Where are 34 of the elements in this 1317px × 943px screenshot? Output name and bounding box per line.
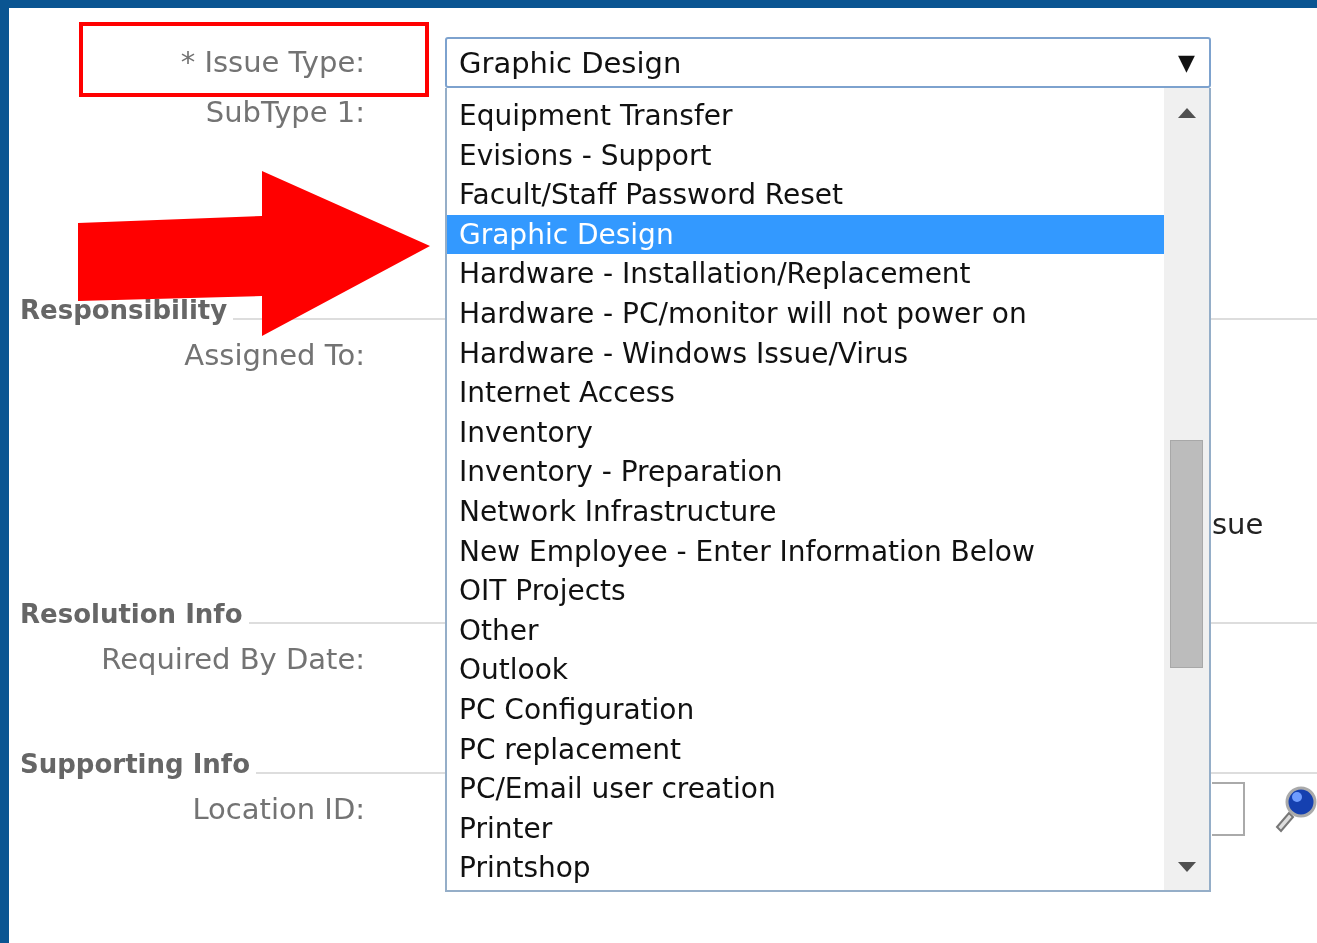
dropdown-option[interactable]: Facult/Staff Password Reset — [447, 175, 1164, 215]
dropdown-option[interactable]: OIT Projects — [447, 571, 1164, 611]
dropdown-option[interactable]: Hardware - Installation/Replacement — [447, 254, 1164, 294]
field-label: Required By Date: — [100, 642, 365, 676]
dropdown-option[interactable]: Printshop — [447, 848, 1164, 888]
field-label: SubType 1: — [204, 95, 365, 129]
scroll-down-icon[interactable] — [1178, 862, 1196, 872]
dropdown-option[interactable]: PC/Email user creation — [447, 769, 1164, 809]
dropdown-option[interactable]: PC Configuration — [447, 689, 1164, 730]
dropdown-option[interactable]: Hardware - Windows Issue/Virus — [447, 333, 1164, 374]
scrollbar[interactable] — [1164, 88, 1209, 890]
scrollbar-thumb[interactable] — [1170, 440, 1203, 668]
field-label: Assigned To: — [183, 338, 365, 372]
dropdown-option[interactable]: Hardware - PC/monitor will not power on — [447, 293, 1164, 334]
dropdown-select[interactable]: Graphic Design ▼ — [445, 37, 1211, 88]
dropdown-option[interactable]: Printer — [447, 808, 1164, 849]
dropdown-option[interactable]: New Employee - Enter Information Below — [447, 531, 1164, 572]
field-label: * Issue Type: — [179, 45, 365, 79]
dropdown-option[interactable]: Internet Access — [447, 373, 1164, 413]
dropdown-option[interactable]: Evisions - Support — [447, 135, 1164, 176]
dropdown-option[interactable]: Network Infrastructure — [447, 491, 1164, 532]
dropdown-option[interactable]: Inventory — [447, 412, 1164, 453]
dropdown-option[interactable]: PC replacement — [447, 729, 1164, 770]
dropdown-option[interactable]: Outlook — [447, 650, 1164, 690]
dropdown-option[interactable]: Inventory - Preparation — [447, 452, 1164, 492]
search-icon[interactable] — [1273, 785, 1317, 833]
dropdown-option[interactable]: Equipment Transfer — [447, 96, 1164, 136]
section-heading: Responsibility — [20, 295, 229, 325]
scroll-up-icon[interactable] — [1178, 108, 1196, 118]
section-heading: Supporting Info — [20, 749, 251, 779]
option-text: sue — [1212, 507, 1264, 541]
section-heading: Resolution Info — [20, 599, 244, 629]
field-label: Location ID: — [191, 792, 365, 826]
dropdown-option[interactable]: Other — [447, 610, 1164, 651]
